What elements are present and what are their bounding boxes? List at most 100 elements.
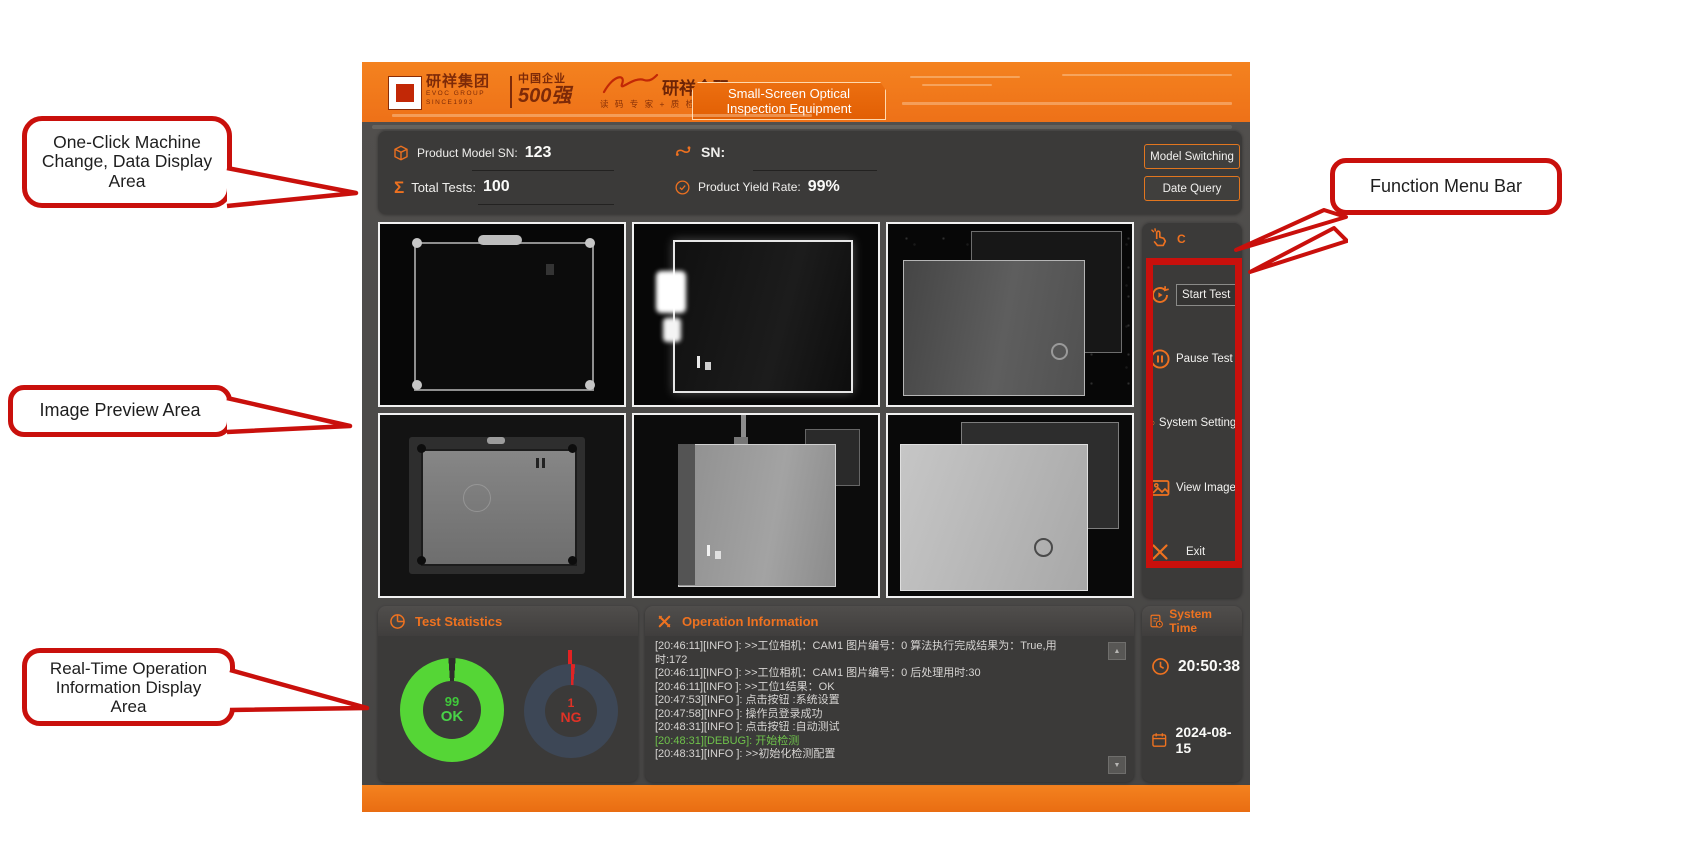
system-date-value: 2024-08-15 — [1176, 724, 1242, 756]
app-window: 研祥集团 EVOC GROUP SINCE1993 中国企业 500强 研祥金码… — [362, 62, 1250, 812]
callout-line: Area — [109, 172, 146, 192]
corner-dot — [568, 556, 577, 565]
field-product-model: Product Model SN: 123 — [392, 144, 551, 162]
callout-realtime-info: Real-Time Operation Information Display … — [22, 648, 235, 726]
log-line: [20:48:31][INFO ]: >>初始化检测配置 — [655, 748, 1101, 762]
system-time-title: System Time — [1169, 607, 1236, 635]
callout-data-area-pointer — [226, 166, 360, 210]
panel-edge-strip — [678, 444, 695, 585]
log-line: 时:172 — [655, 654, 1101, 668]
header-circuit-line — [910, 76, 1020, 78]
field-label: Product Model SN: — [417, 146, 518, 160]
app-header: 研祥集团 EVOC GROUP SINCE1993 中国企业 500强 研祥金码… — [362, 62, 1250, 122]
system-time-value: 20:50:38 — [1178, 658, 1240, 676]
logo-group-block: 研祥集团 EVOC GROUP SINCE1993 — [426, 74, 490, 106]
model-switching-button[interactable]: Model Switching — [1144, 144, 1240, 169]
test-statistics-header: Test Statistics — [378, 606, 638, 636]
pie-chart-icon — [388, 612, 407, 631]
callout-line: Image Preview Area — [39, 401, 200, 421]
total-tests-value: 100 — [483, 178, 510, 196]
camera-image-3 — [886, 222, 1134, 407]
corner-dot — [412, 380, 422, 390]
top500-block: 中国企业 500强 — [518, 74, 571, 106]
route-icon — [674, 142, 694, 162]
clock-icon — [1150, 656, 1171, 677]
operation-info-header: Operation Information — [645, 606, 1134, 636]
log-line: [20:46:11][INFO ]: >>工位相机：CAM1 图片编号：0 算法… — [655, 640, 1101, 654]
camera-image-1 — [378, 222, 626, 407]
product-model-value: 123 — [525, 144, 552, 162]
function-menu-annotation-box — [1146, 258, 1242, 568]
callout-line: Area — [111, 697, 147, 716]
underline — [753, 170, 877, 171]
glass-panel — [678, 444, 836, 587]
field-sn: SN: — [674, 142, 732, 162]
yield-icon — [674, 179, 691, 196]
panel-screen — [421, 449, 576, 565]
log-line: [20:48:31][DEBUG]: 开始检测 — [655, 735, 1101, 749]
callout-line: Information Display — [56, 678, 202, 697]
field-total-tests: Σ Total Tests: 100 — [394, 178, 510, 196]
operation-info-title: Operation Information — [682, 614, 819, 629]
glass-panel — [900, 444, 1087, 591]
panel-frame — [414, 242, 594, 391]
log-line: [20:47:53][INFO ]: 点击按钮 :系统设置 — [655, 694, 1101, 708]
test-statistics-panel: Test Statistics 99 OK 1 NG — [378, 606, 638, 782]
test-statistics-title: Test Statistics — [415, 614, 502, 629]
callout-function-menu-pointer — [1226, 208, 1348, 276]
underline — [478, 204, 614, 205]
corner-dot — [585, 380, 595, 390]
log-line: [20:48:31][INFO ]: 点击按钮 :自动测试 — [655, 721, 1101, 735]
app-footer-bar — [362, 785, 1250, 812]
clock-row: 20:50:38 — [1150, 656, 1240, 677]
scroll-down-icon: ▼ — [1114, 762, 1121, 769]
yield-rate-value: 99% — [808, 178, 840, 196]
top-tab — [487, 437, 505, 444]
data-display-panel: Product Model SN: 123 Σ Total Tests: 100… — [378, 130, 1242, 214]
callout-line: One-Click Machine — [53, 133, 201, 153]
logo-divider — [510, 76, 512, 108]
field-label: Total Tests: — [411, 180, 476, 195]
glare-blob — [663, 318, 681, 342]
ok-donut-chart: 99 OK — [400, 658, 504, 762]
callout-data-area: One-Click Machine Change, Data Display A… — [22, 116, 232, 208]
logo-group-en: EVOC GROUP — [426, 91, 490, 98]
watermark-circle — [463, 484, 491, 512]
function-menu-header: C — [1148, 228, 1186, 250]
date-row: 2024-08-15 — [1150, 724, 1242, 756]
signature-flourish-icon — [600, 72, 660, 98]
top500-cn: 中国企业 — [518, 74, 571, 85]
sigma-icon: Σ — [394, 179, 404, 196]
glass-panel — [673, 240, 853, 392]
function-menu-header-label: C — [1177, 232, 1186, 246]
camera-image-6 — [886, 413, 1134, 598]
corner-dot — [417, 444, 426, 453]
ng-donut-chart: 1 NG — [524, 664, 618, 758]
package-icon — [392, 144, 410, 162]
ok-count: 99 — [445, 695, 459, 709]
callout-line: Change, Data Display — [42, 152, 212, 172]
panel-mark — [715, 551, 721, 559]
logo-since: SINCE1993 — [426, 100, 490, 107]
body-top-highlight — [372, 125, 1232, 129]
system-time-header: System Time — [1142, 606, 1242, 636]
log-line: [20:46:11][INFO ]: >>工位1结果：OK — [655, 681, 1101, 695]
callout-line: Function Menu Bar — [1370, 177, 1522, 197]
camera-image-5 — [632, 413, 880, 598]
scroll-up-icon: ▲ — [1114, 648, 1121, 655]
log-line: [20:46:11][INFO ]: >>工位相机：CAM1 图片编号：0 后处… — [655, 667, 1101, 681]
panel-mark — [705, 362, 711, 370]
operation-log[interactable]: [20:46:11][INFO ]: >>工位相机：CAM1 图片编号：0 算法… — [655, 640, 1101, 776]
log-scroll-up-button[interactable]: ▲ — [1108, 642, 1126, 660]
field-label: SN: — [701, 144, 725, 160]
top500-number: 500强 — [518, 86, 571, 106]
evoc-logo-mark — [394, 82, 416, 104]
calendar-icon — [1150, 730, 1169, 750]
header-circuit-line — [922, 84, 992, 86]
callout-image-preview: Image Preview Area — [8, 385, 232, 437]
ng-donut-center: 1 NG — [545, 685, 597, 737]
corner-dot — [417, 556, 426, 565]
date-query-button[interactable]: Date Query — [1144, 176, 1240, 201]
callout-function-menu: Function Menu Bar — [1330, 158, 1562, 215]
log-scroll-down-button[interactable]: ▼ — [1108, 756, 1126, 774]
